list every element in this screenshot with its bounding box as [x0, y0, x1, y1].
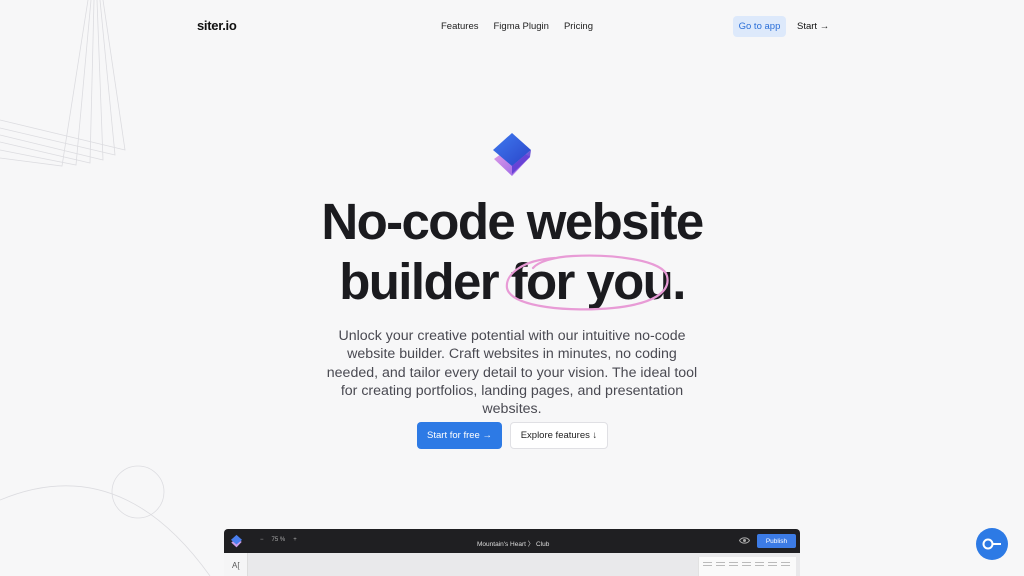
properties-panel — [698, 557, 796, 576]
zoom-controls: − 75 % + — [260, 537, 297, 543]
nav-link-figma-plugin[interactable]: Figma Plugin — [494, 21, 549, 32]
explore-features-button[interactable]: Explore features ↓ — [510, 422, 608, 449]
text-tool-icon[interactable]: A[ — [232, 561, 240, 570]
headline-period: . — [672, 253, 686, 310]
zoom-level: 75 % — [271, 537, 286, 543]
go-to-app-button[interactable]: Go to app — [733, 16, 786, 37]
eye-icon[interactable] — [739, 536, 750, 545]
chat-icon — [982, 538, 1001, 550]
nav-links: Features Figma Plugin Pricing — [441, 21, 593, 32]
align-tool[interactable] — [768, 562, 777, 566]
headline-line-1: No-code website — [321, 193, 704, 250]
align-tool[interactable] — [781, 562, 790, 566]
chat-widget-button[interactable] — [976, 528, 1008, 560]
nav-link-pricing[interactable]: Pricing — [564, 21, 593, 32]
headline-builder: builder — [339, 253, 511, 310]
alignment-tools — [703, 562, 790, 566]
siter-logo-icon — [493, 133, 531, 176]
start-for-free-button[interactable]: Start for free → — [417, 422, 502, 449]
align-tool[interactable] — [742, 562, 751, 566]
siter-logo[interactable]: siter.io — [197, 18, 237, 33]
editor-preview: − 75 % + Mountain's Heart 〉 Club Publish… — [224, 529, 800, 576]
nav-link-features[interactable]: Features — [441, 21, 479, 32]
editor-toolbar: − 75 % + Mountain's Heart 〉 Club Publish — [224, 529, 800, 553]
editor-logo-icon — [230, 534, 243, 548]
editor-sidebar: A[ — [224, 553, 248, 576]
align-tool[interactable] — [755, 562, 764, 566]
start-link[interactable]: Start → — [797, 21, 829, 32]
highlight-circle — [505, 254, 669, 311]
publish-button[interactable]: Publish — [757, 534, 796, 548]
zoom-out-button[interactable]: − — [260, 537, 264, 543]
align-tool[interactable] — [729, 562, 738, 566]
hero-subtext: Unlock your creative potential with our … — [326, 328, 698, 418]
zoom-in-button[interactable]: + — [293, 537, 297, 543]
breadcrumb[interactable]: Mountain's Heart 〉 Club — [477, 538, 549, 548]
top-nav: siter.io Features Figma Plugin Pricing G… — [0, 0, 1024, 54]
align-tool[interactable] — [716, 562, 725, 566]
align-tool[interactable] — [703, 562, 712, 566]
